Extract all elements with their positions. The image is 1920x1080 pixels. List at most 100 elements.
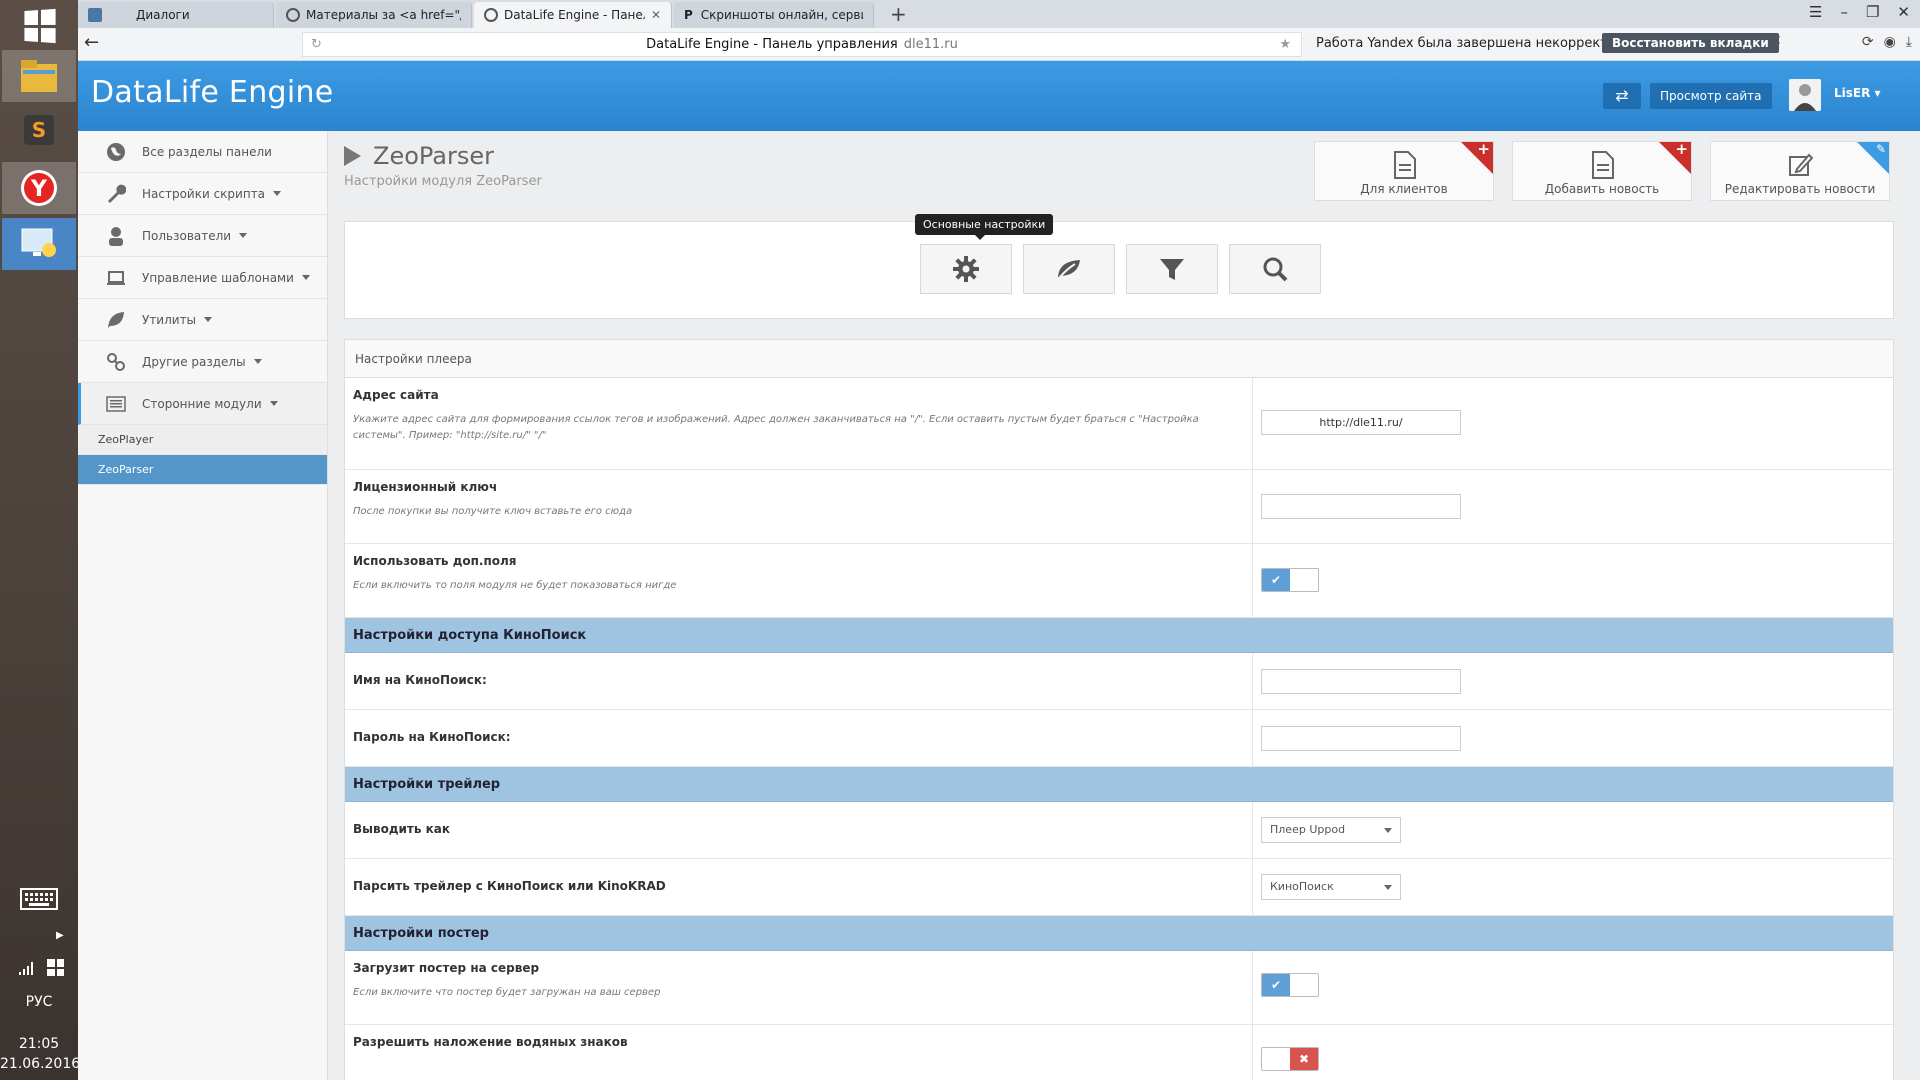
view-site-button[interactable]: Просмотр сайта [1650,83,1772,109]
chevron-down-icon [269,401,278,406]
tab-screenshots[interactable]: P Скриншоты онлайн, сервис пс [674,2,874,28]
menu-icon[interactable]: ☰ [1809,3,1822,21]
page-header: ZeoParser Настройки модуля ZeoParser + Д… [329,131,1920,206]
setting-description: После покупки вы получите ключ вставьте … [353,506,633,517]
output-as-select[interactable]: Плеер Uppod [1261,817,1401,843]
taskbar-sublime[interactable]: S [2,104,76,156]
taskbar-yandex[interactable]: Y [2,162,76,214]
section-trailer: Настройки трейлер [345,767,1893,802]
setting-title: Выводить как [353,822,451,836]
user-menu[interactable]: LisER ▾ [1834,86,1881,100]
watermark-toggle[interactable]: ✖ [1261,1047,1319,1071]
vk-icon [88,8,102,22]
site-address-input[interactable]: http://dle11.ru/ [1261,410,1461,435]
leaf-settings-button[interactable] [1023,244,1115,294]
avatar[interactable] [1789,79,1821,111]
parse-trailer-select[interactable]: КиноПоиск [1261,874,1401,900]
sidebar-item-label: Управление шаблонами [142,270,294,285]
tray-expand-icon[interactable]: ▶ [56,930,64,941]
close-tab-icon[interactable]: ✕ [645,8,661,22]
chevron-down-icon [1384,828,1392,833]
main-content: ZeoParser Настройки модуля ZeoParser + Д… [329,131,1920,1080]
filter-button[interactable] [1126,244,1218,294]
kp-password-input[interactable] [1261,726,1461,751]
wrench-icon [108,184,126,203]
sidebar-item-other-sections[interactable]: Другие разделы [78,341,327,383]
sidebar-item-script-settings[interactable]: Настройки скрипта [78,173,327,215]
bookmark-star-icon[interactable]: ★ [1279,33,1291,56]
swap-icon[interactable]: ⇄ [1603,83,1641,109]
search-button[interactable] [1229,244,1321,294]
settings-panel: Настройки плеера Адрес сайта Укажите адре… [344,339,1894,1080]
user-name: LisER [1834,86,1871,100]
license-key-input[interactable] [1261,494,1461,519]
keyboard-icon[interactable] [20,888,58,914]
sidebar-subitem-zeoplayer[interactable]: ZeoPlayer [78,425,327,455]
dle-tab-icon [484,8,498,22]
edit-icon [1789,153,1814,176]
for-clients-button[interactable]: + Для клиентов [1314,140,1494,201]
tab-dialogs[interactable]: Диалоги [78,2,274,28]
sidebar-subitem-zeoparser[interactable]: ZeoParser [78,455,327,485]
windows-small-icon[interactable] [47,959,64,976]
sidebar-item-templates[interactable]: Управление шаблонами [78,257,327,299]
taskbar-remote-desktop[interactable] [2,218,76,270]
document-icon [1592,151,1614,179]
plus-icon: + [1675,140,1688,158]
sidebar-item-all-sections[interactable]: Все разделы панели [78,131,327,173]
download-icon[interactable]: ⤓ [1906,34,1912,50]
page-subtitle: Настройки модуля ZeoParser [344,174,542,189]
language-indicator[interactable]: РУС [0,994,78,1010]
url-title: DataLife Engine - Панель управления [646,37,898,52]
sidebar-item-third-party-modules[interactable]: Сторонние модули [78,383,327,425]
main-settings-button[interactable] [920,244,1012,294]
close-icon: ✖ [1290,1048,1318,1070]
edit-news-button[interactable]: ✎ Редактировать новости [1710,141,1890,201]
protect-icon[interactable]: ⟳ [1862,34,1874,50]
back-arrow-icon[interactable]: ← [84,32,99,53]
sublime-icon: S [24,115,54,145]
reload-icon[interactable]: ↻ [311,33,322,56]
signal-icon[interactable] [18,960,36,980]
setting-description: Если включить то поля модуля не будет по… [353,580,677,591]
extension-icon[interactable]: ◉ [1884,34,1896,50]
kp-name-input[interactable] [1261,669,1461,694]
taskbar-explorer[interactable] [2,50,76,102]
setting-site-address: Адрес сайта Укажите адрес сайта для форми… [345,378,1893,470]
browser-tab-bar: Диалоги Материалы за <a href="/inde Data… [78,0,1920,28]
close-window-icon[interactable]: ✕ [1897,3,1910,21]
filter-icon [1160,259,1184,280]
tab-dle-panel[interactable]: DataLife Engine - Панель уп ✕ [474,2,672,28]
section-poster: Настройки постер [345,916,1893,951]
upload-poster-toggle[interactable]: ✔ [1261,973,1319,997]
dismiss-crash-icon[interactable]: ✕ [1770,33,1782,49]
select-value: Плеер Uppod [1270,823,1346,836]
link-icon [107,353,125,371]
start-button[interactable] [2,0,76,52]
check-icon: ✔ [1262,974,1290,996]
sidebar-item-users[interactable]: Пользователи [78,215,327,257]
chevron-down-icon [204,317,213,322]
play-icon [344,146,361,166]
dle-logo[interactable]: DataLife Engine [91,75,334,110]
p-tab-icon: P [684,8,693,22]
url-field[interactable]: ↻ DataLife Engine - Панель управления dle… [302,32,1302,57]
sidebar-item-utilities[interactable]: Утилиты [78,299,327,341]
tab-materials[interactable]: Материалы за <a href="/inde [276,2,472,28]
setting-title: Разрешить наложение водяных знаков [353,1035,628,1049]
globe-icon [107,143,125,161]
setting-title: Загрузит постер на сервер [353,961,540,975]
add-news-button[interactable]: + Добавить новость [1512,140,1692,201]
windows-taskbar: S Y ▶ РУС 21:05 21.06.2016 [0,0,80,1080]
restore-tabs-button[interactable]: Восстановить вкладки [1602,33,1779,53]
new-tab-button[interactable]: + [890,2,907,26]
system-clock[interactable]: 21:05 21.06.2016 [0,1034,80,1074]
chevron-down-icon [1384,885,1392,890]
setting-title: Пароль на КиноПоиск: [353,730,511,744]
extra-fields-toggle[interactable]: ✔ [1261,568,1319,592]
maximize-icon[interactable]: ❐ [1866,3,1879,21]
check-icon: ✔ [1262,569,1290,591]
sidebar-item-label: Настройки скрипта [142,186,266,201]
plus-icon: + [1477,140,1490,158]
minimize-icon[interactable]: – [1840,3,1848,21]
